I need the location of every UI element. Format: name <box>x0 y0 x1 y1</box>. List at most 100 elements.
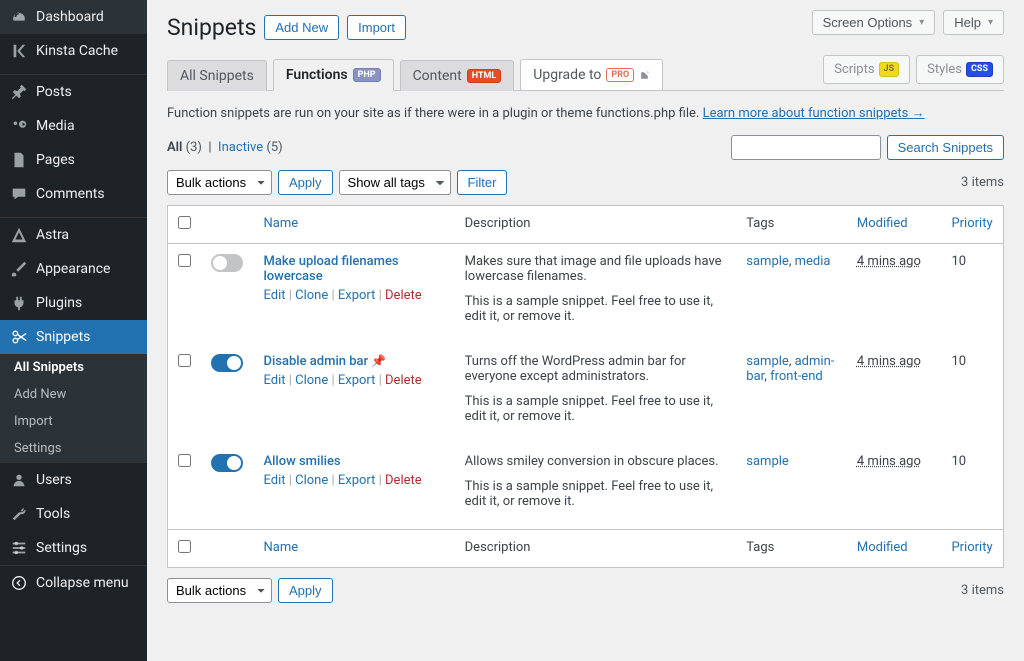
column-priority[interactable]: Priority <box>951 216 992 231</box>
row-actions: Edit | Clone | Export | Delete <box>263 373 444 388</box>
column-priority-footer[interactable]: Priority <box>951 540 992 555</box>
column-name-footer[interactable]: Name <box>263 540 298 555</box>
search-button[interactable]: Search Snippets <box>887 135 1004 160</box>
clone-link[interactable]: Clone <box>295 288 328 303</box>
tab-styles[interactable]: StylesCSS <box>916 55 1004 84</box>
filter-inactive[interactable]: Inactive <box>218 140 263 155</box>
import-button[interactable]: Import <box>347 15 406 40</box>
sidebar-item-posts[interactable]: Posts <box>0 74 147 109</box>
sidebar-item-dashboard[interactable]: Dashboard <box>0 0 147 34</box>
sidebar-item-label: Users <box>36 472 72 488</box>
sidebar-item-label: Media <box>36 118 75 134</box>
edit-link[interactable]: Edit <box>263 288 285 303</box>
tag-link[interactable]: sample <box>746 354 789 369</box>
row-checkbox[interactable] <box>178 254 191 267</box>
column-name[interactable]: Name <box>263 216 298 231</box>
collapse-menu[interactable]: Collapse menu <box>0 565 147 600</box>
tab-upgrade[interactable]: Upgrade toPRO <box>520 59 663 91</box>
submenu-all-snippets[interactable]: All Snippets <box>0 354 147 381</box>
filter-row: All (3) | Inactive (5) Search Snippets <box>167 135 1004 160</box>
pin-icon <box>10 83 28 101</box>
items-count-bottom: 3 items <box>961 583 1004 598</box>
select-all-checkbox-footer[interactable] <box>178 540 191 553</box>
clone-link[interactable]: Clone <box>295 473 328 488</box>
column-tags: Tags <box>736 206 847 244</box>
sidebar-item-label: Comments <box>36 186 105 202</box>
bulk-actions-select-bottom[interactable]: Bulk actions <box>167 578 272 603</box>
sidebar-item-users[interactable]: Users <box>0 462 147 497</box>
admin-sidebar: Dashboard Kinsta Cache Posts Media Pages… <box>0 0 147 661</box>
apply-button[interactable]: Apply <box>278 170 333 195</box>
snippet-tags: sample, media <box>736 244 847 344</box>
active-toggle[interactable] <box>211 254 243 272</box>
sidebar-item-label: Appearance <box>36 261 110 277</box>
tag-link[interactable]: sample <box>746 454 789 469</box>
help-button[interactable]: Help <box>943 10 1004 35</box>
row-checkbox[interactable] <box>178 454 191 467</box>
export-link[interactable]: Export <box>338 473 376 488</box>
sidebar-item-snippets[interactable]: Snippets <box>0 320 147 354</box>
column-modified-footer[interactable]: Modified <box>857 540 908 555</box>
screen-options-button[interactable]: Screen Options <box>812 10 936 35</box>
tag-link[interactable]: sample <box>746 254 789 269</box>
sidebar-item-settings[interactable]: Settings <box>0 531 147 565</box>
sidebar-item-tools[interactable]: Tools <box>0 497 147 531</box>
filter-button[interactable]: Filter <box>457 170 508 195</box>
submenu-add-new[interactable]: Add New <box>0 381 147 408</box>
tab-scripts[interactable]: ScriptsJS <box>823 55 910 84</box>
snippet-description-note: This is a sample snippet. Feel free to u… <box>465 294 727 324</box>
tag-link[interactable]: media <box>795 254 831 269</box>
snippet-description: Turns off the WordPress admin bar for ev… <box>465 354 727 384</box>
delete-link[interactable]: Delete <box>385 288 422 303</box>
sidebar-item-appearance[interactable]: Appearance <box>0 252 147 286</box>
tab-content[interactable]: ContentHTML <box>400 60 515 91</box>
export-link[interactable]: Export <box>338 288 376 303</box>
bulk-actions-select[interactable]: Bulk actions <box>167 170 272 195</box>
column-tags-footer: Tags <box>736 529 847 567</box>
add-new-button[interactable]: Add New <box>264 15 339 40</box>
search-input[interactable] <box>731 135 881 160</box>
top-actions: Screen Options Help <box>812 10 1004 35</box>
sidebar-item-media[interactable]: Media <box>0 109 147 143</box>
tab-functions[interactable]: FunctionsPHP <box>273 59 394 91</box>
snippet-title-link[interactable]: Allow smilies <box>263 454 340 469</box>
tag-link[interactable]: front-end <box>770 369 823 384</box>
submenu-import[interactable]: Import <box>0 408 147 435</box>
sidebar-item-kinsta[interactable]: Kinsta Cache <box>0 34 147 68</box>
active-toggle[interactable] <box>211 454 243 472</box>
sidebar-submenu: All Snippets Add New Import Settings <box>0 354 147 462</box>
snippets-table: Name Description Tags Modified Priority … <box>167 205 1004 568</box>
row-checkbox[interactable] <box>178 354 191 367</box>
snippet-title-link[interactable]: Disable admin bar <box>263 354 368 369</box>
snippet-title-link[interactable]: Make upload filenames lowercase <box>263 254 398 284</box>
table-row: Allow smilies Edit | Clone | Export | De… <box>168 444 1003 529</box>
edit-link[interactable]: Edit <box>263 473 285 488</box>
filter-all[interactable]: All <box>167 140 182 155</box>
sidebar-item-astra[interactable]: Astra <box>0 217 147 252</box>
column-modified[interactable]: Modified <box>857 216 908 231</box>
apply-button-bottom[interactable]: Apply <box>278 578 333 603</box>
delete-link[interactable]: Delete <box>385 373 422 388</box>
edit-link[interactable]: Edit <box>263 373 285 388</box>
export-link[interactable]: Export <box>338 373 376 388</box>
sidebar-item-plugins[interactable]: Plugins <box>0 286 147 320</box>
active-toggle[interactable] <box>211 354 243 372</box>
learn-more-link[interactable]: Learn more about function snippets → <box>703 106 925 121</box>
snippet-description: Allows smiley conversion in obscure plac… <box>465 454 727 469</box>
clone-link[interactable]: Clone <box>295 373 328 388</box>
sidebar-item-label: Tools <box>36 506 70 522</box>
tags-filter-select[interactable]: Show all tags <box>339 170 451 195</box>
submenu-settings[interactable]: Settings <box>0 435 147 462</box>
snippet-priority: 10 <box>941 444 1003 529</box>
external-link-icon <box>639 70 650 81</box>
brush-icon <box>10 260 28 278</box>
modified-time: 4 mins ago <box>857 354 921 369</box>
tab-all-snippets[interactable]: All Snippets <box>167 60 267 91</box>
delete-link[interactable]: Delete <box>385 473 422 488</box>
sidebar-item-comments[interactable]: Comments <box>0 177 147 211</box>
sidebar-item-pages[interactable]: Pages <box>0 143 147 177</box>
tab-description: Function snippets are run on your site a… <box>167 105 1004 121</box>
modified-time: 4 mins ago <box>857 454 921 469</box>
select-all-checkbox[interactable] <box>178 216 191 229</box>
row-actions: Edit | Clone | Export | Delete <box>263 288 444 303</box>
